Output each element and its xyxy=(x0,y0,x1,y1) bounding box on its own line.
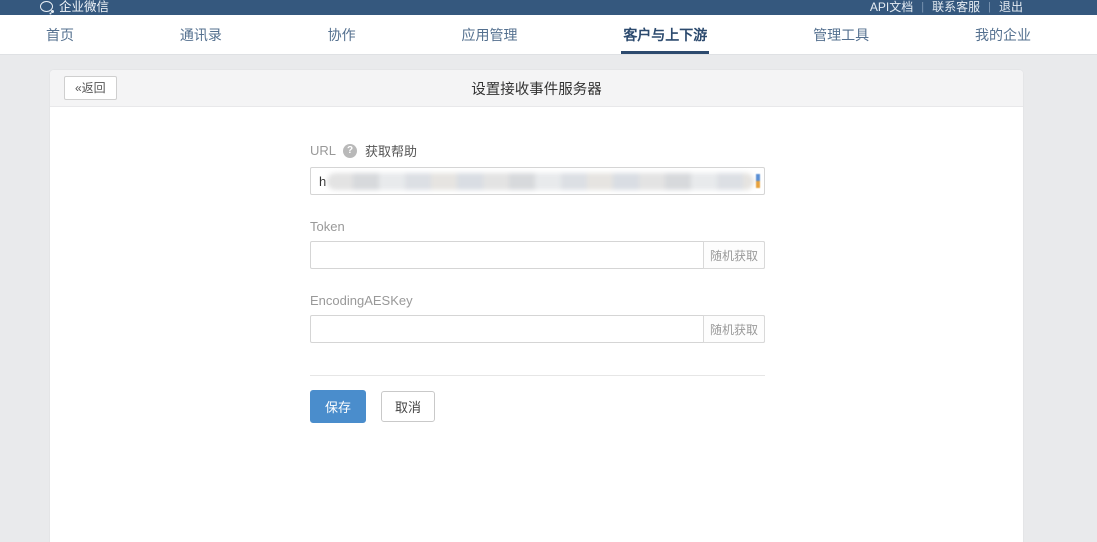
cancel-button[interactable]: 取消 xyxy=(381,391,435,422)
form-actions: 保存 取消 xyxy=(310,390,765,423)
brand-logo: 企业微信 xyxy=(40,0,109,14)
topbar-links: API文档 | 联系客服 | 退出 xyxy=(870,0,1023,14)
panel-header: «返回 设置接收事件服务器 xyxy=(50,70,1023,107)
back-button[interactable]: «返回 xyxy=(64,76,117,100)
form-divider xyxy=(310,375,765,376)
wework-chat-bubble-icon xyxy=(40,1,54,13)
help-icon[interactable]: ? xyxy=(343,144,357,158)
aeskey-random-generate-button[interactable]: 随机获取 xyxy=(703,315,765,343)
aeskey-field-group: EncodingAESKey 随机获取 xyxy=(310,293,765,343)
token-input[interactable] xyxy=(310,241,765,269)
contact-support-link[interactable]: 联系客服 xyxy=(932,0,980,14)
settings-panel: «返回 设置接收事件服务器 URL ? 获取帮助 h xyxy=(50,70,1023,542)
page-title: 设置接收事件服务器 xyxy=(471,78,602,99)
save-button[interactable]: 保存 xyxy=(310,390,366,423)
url-label: URL xyxy=(310,143,336,158)
separator: | xyxy=(988,0,991,14)
tab-contacts[interactable]: 通讯录 xyxy=(174,15,228,54)
token-label: Token xyxy=(310,219,345,234)
url-redacted-blur xyxy=(327,173,754,190)
token-field-group: Token 随机获取 xyxy=(310,219,765,269)
tab-app-management[interactable]: 应用管理 xyxy=(455,15,523,54)
top-bar: 企业微信 API文档 | 联系客服 | 退出 xyxy=(0,0,1097,15)
token-random-generate-button[interactable]: 随机获取 xyxy=(703,241,765,269)
url-field-group: URL ? 获取帮助 h xyxy=(310,141,765,195)
url-value-visible: h xyxy=(319,174,326,189)
receive-event-server-form: URL ? 获取帮助 h Token xyxy=(50,107,1023,423)
main-nav: 首页 通讯录 协作 应用管理 客户与上下游 管理工具 我的企业 xyxy=(0,15,1097,55)
aeskey-label: EncodingAESKey xyxy=(310,293,413,308)
page-background: «返回 设置接收事件服务器 URL ? 获取帮助 h xyxy=(0,55,1097,542)
separator: | xyxy=(921,0,924,14)
aeskey-input[interactable] xyxy=(310,315,765,343)
api-docs-link[interactable]: API文档 xyxy=(870,0,913,14)
logout-link[interactable]: 退出 xyxy=(999,0,1023,14)
tab-home[interactable]: 首页 xyxy=(40,15,80,54)
get-help-link[interactable]: 获取帮助 xyxy=(365,141,417,160)
tab-customers-upstream-downstream[interactable]: 客户与上下游 xyxy=(617,15,713,54)
url-input[interactable]: h xyxy=(310,167,765,195)
brand-name: 企业微信 xyxy=(59,0,109,14)
url-redacted-tail xyxy=(756,174,760,188)
tab-admin-tools[interactable]: 管理工具 xyxy=(807,15,875,54)
tab-collaboration[interactable]: 协作 xyxy=(322,15,362,54)
tab-my-company[interactable]: 我的企业 xyxy=(969,15,1037,54)
